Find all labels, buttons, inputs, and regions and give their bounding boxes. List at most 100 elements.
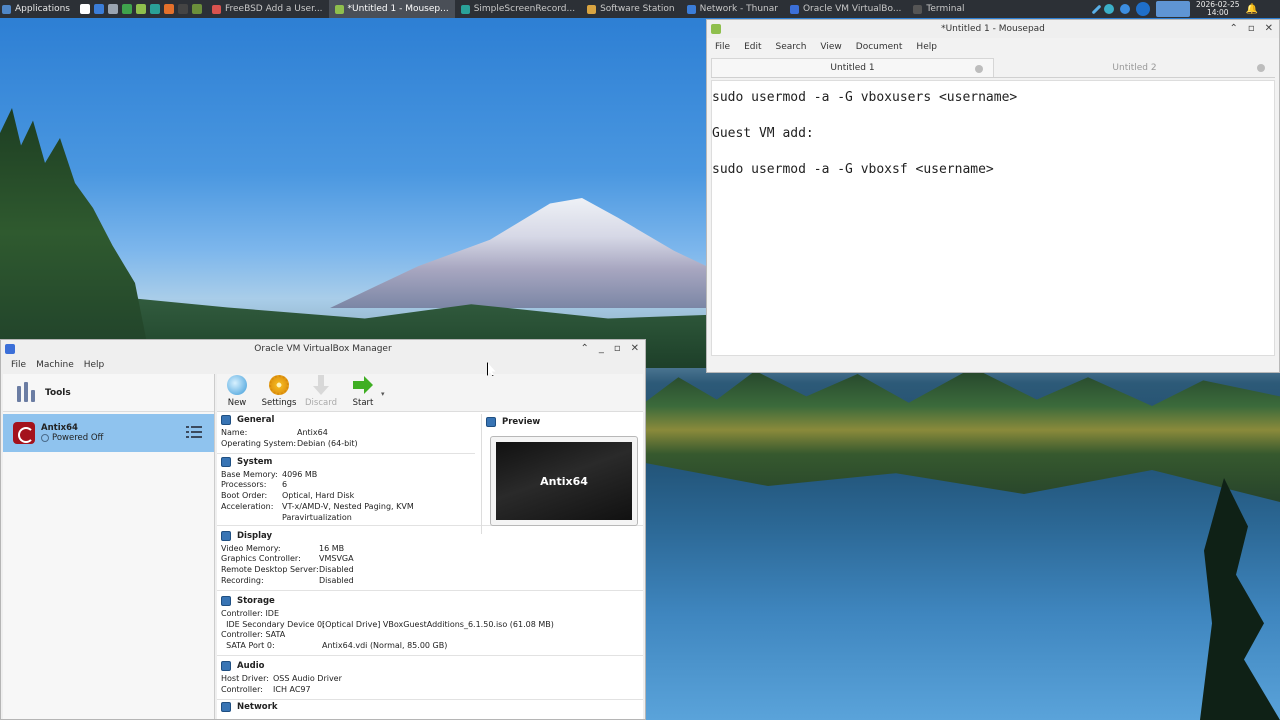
applications-menu-button[interactable]: Applications: [0, 0, 76, 18]
discard-button[interactable]: Discard: [305, 375, 337, 408]
task-app-icon: [913, 4, 923, 14]
task-label: Terminal: [926, 4, 965, 14]
minimize-button[interactable]: _: [599, 343, 604, 354]
menu-help[interactable]: Help: [916, 42, 937, 52]
taskbar-task-button[interactable]: SimpleScreenRecord...: [455, 0, 581, 18]
preview-monitor-icon: [486, 417, 496, 427]
app-launcher-icon[interactable]: [121, 4, 132, 14]
tab-untitled-2[interactable]: Untitled 2: [994, 58, 1275, 77]
section-audio[interactable]: Audio: [217, 658, 643, 674]
task-label: Network - Thunar: [699, 4, 778, 14]
lock-icon[interactable]: [79, 4, 90, 14]
settings-icon[interactable]: [107, 4, 118, 14]
menu-document[interactable]: Document: [856, 42, 903, 52]
firefox-icon[interactable]: [163, 4, 174, 14]
terminal-icon[interactable]: [177, 4, 188, 14]
tab-close-icon[interactable]: [975, 65, 983, 73]
preview-vm-name: Antix64: [496, 442, 632, 520]
taskbar-task-button[interactable]: Network - Thunar: [681, 0, 784, 18]
display-rows: Video Memory: 16 MB Graphics Controller: V…: [221, 543, 354, 585]
menu-file[interactable]: File: [11, 360, 26, 370]
workspace-switcher[interactable]: [1155, 1, 1190, 17]
editor-line: sudo usermod -a -G vboxsf <username>: [712, 162, 994, 177]
menu-search[interactable]: Search: [776, 42, 807, 52]
text-editor-icon[interactable]: [135, 4, 146, 14]
text-editor-area[interactable]: sudo usermod -a -G vboxusers <username> …: [711, 80, 1275, 356]
preview-screen: Antix64: [490, 436, 638, 526]
network-icon: [221, 701, 231, 712]
close-button[interactable]: ✕: [631, 343, 639, 354]
vm-toolbar: New Settings Discard Start ▾: [217, 374, 643, 412]
update-tray-icon[interactable]: [1103, 4, 1114, 14]
task-app-icon: [686, 4, 696, 14]
notifications-bell-icon[interactable]: 🔔: [1246, 4, 1258, 15]
display-monitor-icon: [221, 530, 231, 541]
section-preview[interactable]: Preview: [482, 414, 643, 430]
file-manager-icon[interactable]: [93, 4, 104, 14]
maximize-button[interactable]: ▫: [1248, 23, 1255, 34]
hp-tray-icon[interactable]: [1135, 2, 1150, 16]
wallpaper-trees: [0, 108, 150, 358]
menu-machine[interactable]: Machine: [36, 360, 74, 370]
menu-edit[interactable]: Edit: [744, 42, 761, 52]
taskbar-task-button[interactable]: Software Station: [581, 0, 681, 18]
section-system[interactable]: System: [217, 454, 475, 470]
new-button[interactable]: New: [221, 375, 253, 408]
antix-os-icon: [13, 422, 35, 444]
menu-view[interactable]: View: [820, 42, 841, 52]
vm-list-item-antix64[interactable]: Antix64 Powered Off: [3, 414, 214, 452]
vm-item-menu-icon[interactable]: [186, 426, 202, 440]
wallpaper-mountain: [330, 198, 730, 308]
mousepad-titlebar[interactable]: *Untitled 1 - Mousepad ⌃ ▫ ✕: [707, 20, 1279, 38]
section-general[interactable]: General: [217, 412, 475, 428]
power-off-icon: [41, 434, 49, 442]
virtualbox-titlebar[interactable]: Oracle VM VirtualBox Manager ⌃ _ ▫ ✕: [1, 340, 645, 357]
audio-speaker-icon: [221, 660, 231, 671]
virtualbox-menubar: File Machine Help: [1, 357, 645, 373]
task-app-icon: [789, 4, 799, 14]
wallpaper-tree: [1200, 478, 1280, 720]
settings-button[interactable]: Settings: [262, 375, 296, 408]
preview-panel: Preview Antix64: [481, 414, 643, 534]
shade-button[interactable]: ⌃: [580, 343, 588, 354]
system-rows: Base Memory: 4096 MB Processors: 6 Boot Or…: [221, 469, 414, 522]
task-label: Software Station: [600, 4, 675, 14]
maximize-button[interactable]: ▫: [614, 343, 621, 354]
start-dropdown-chevron-icon[interactable]: ▾: [381, 390, 385, 398]
virtualbox-app-icon: [5, 344, 15, 354]
task-manager-icon[interactable]: [191, 4, 202, 14]
new-icon: [227, 375, 247, 395]
vm-details-pane: New Settings Discard Start ▾ General Nam…: [217, 374, 643, 719]
close-button[interactable]: ✕: [1265, 23, 1273, 34]
applications-label: Applications: [15, 4, 70, 14]
tools-item[interactable]: Tools: [3, 374, 214, 412]
taskbar: Applications FreeBSD Add a User... *Untit…: [0, 0, 1280, 18]
taskbar-task-button[interactable]: Terminal: [907, 0, 970, 18]
start-button[interactable]: Start: [347, 375, 379, 408]
taskbar-task-button[interactable]: *Untitled 1 - Mousep...: [328, 0, 455, 18]
recorder-icon[interactable]: [149, 4, 160, 14]
network-tray-icon[interactable]: [1119, 4, 1130, 14]
menu-file[interactable]: File: [715, 42, 730, 52]
task-label: FreeBSD Add a User...: [224, 4, 323, 14]
wallpaper-treeline: [640, 367, 1280, 502]
audio-rows: Host Driver: OSS Audio Driver Controller:…: [221, 673, 342, 694]
section-network[interactable]: Network: [217, 701, 643, 712]
menu-help[interactable]: Help: [84, 360, 105, 370]
pen-tray-icon[interactable]: [1091, 4, 1102, 14]
gear-icon: [269, 375, 289, 395]
task-label: Oracle VM VirtualBo...: [802, 4, 902, 14]
tab-untitled-1[interactable]: Untitled 1: [711, 58, 994, 77]
taskbar-task-button[interactable]: FreeBSD Add a User...: [206, 0, 329, 18]
section-storage[interactable]: Storage: [217, 593, 643, 609]
clock[interactable]: 2026-02-25 14:00: [1196, 1, 1240, 17]
minimize-button[interactable]: ⌃: [1229, 23, 1237, 34]
mousepad-app-icon: [711, 24, 721, 34]
task-label: SimpleScreenRecord...: [473, 4, 576, 14]
mousepad-window: *Untitled 1 - Mousepad ⌃ ▫ ✕ File Edit S…: [706, 19, 1280, 373]
tab-close-icon[interactable]: [1257, 64, 1265, 72]
taskbar-task-button[interactable]: Oracle VM VirtualBo...: [784, 0, 907, 18]
task-app-icon: [334, 4, 344, 14]
vm-state: Powered Off: [41, 433, 103, 443]
